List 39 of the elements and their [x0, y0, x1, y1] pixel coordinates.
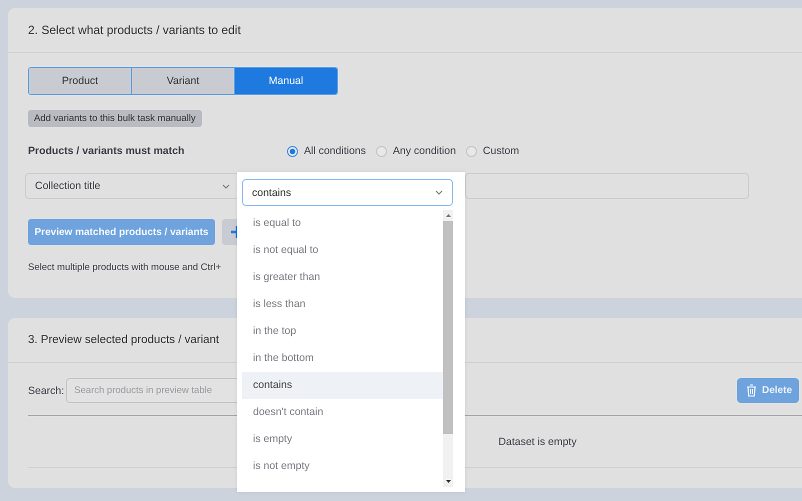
- empty-message: Dataset is empty: [498, 436, 577, 448]
- mode-tab[interactable]: Product: [29, 68, 132, 94]
- match-radio[interactable]: Custom: [466, 145, 520, 157]
- operator-option[interactable]: in the top: [242, 318, 443, 345]
- operator-option[interactable]: contains: [242, 372, 443, 399]
- operator-option[interactable]: is not empty: [242, 453, 443, 480]
- search-label: Search:: [28, 384, 64, 396]
- chevron-down-icon: [222, 184, 230, 188]
- radio-icon[interactable]: [376, 146, 387, 156]
- match-radio[interactable]: All conditions: [287, 145, 366, 157]
- mode-tab[interactable]: Variant: [132, 68, 235, 94]
- radio-label: Custom: [482, 145, 520, 157]
- help-text: Select multiple products with mouse and Ctrl+: [28, 262, 222, 273]
- value-input[interactable]: [465, 173, 749, 199]
- trash-icon: [746, 384, 757, 397]
- section-title: 2. Select what products / variants to edit: [28, 23, 241, 37]
- radio-icon[interactable]: [466, 146, 477, 156]
- operator-option[interactable]: in the bottom: [242, 345, 443, 372]
- match-label: Products / variants must match: [28, 145, 186, 157]
- scroll-up-icon[interactable]: [446, 214, 450, 217]
- operator-option[interactable]: is empty: [242, 426, 443, 453]
- operator-option[interactable]: is less than: [242, 291, 443, 318]
- section-title: 3. Preview selected products / variant: [28, 334, 220, 346]
- radio-icon[interactable]: [287, 146, 298, 156]
- match-radio[interactable]: Any condition: [376, 145, 456, 157]
- field-select[interactable]: Collection title: [25, 173, 240, 199]
- operator-option[interactable]: is greater than: [242, 264, 443, 291]
- hint-badge: Add variants to this bulk task manually: [28, 110, 202, 127]
- scroll-down-icon[interactable]: [446, 480, 450, 483]
- delete-button[interactable]: Delete: [737, 378, 799, 403]
- operator-option[interactable]: is equal to: [242, 210, 443, 237]
- preview-button[interactable]: Preview matched products / variants: [28, 219, 215, 245]
- scrollbar[interactable]: [443, 210, 453, 487]
- radio-label: All conditions: [304, 145, 366, 157]
- operator-option[interactable]: is not equal to: [242, 237, 443, 264]
- chevron-down-icon: [435, 190, 443, 195]
- mode-tab[interactable]: Manual: [235, 68, 337, 94]
- operator-select[interactable]: contains: [242, 179, 453, 206]
- radio-label: Any condition: [392, 145, 456, 157]
